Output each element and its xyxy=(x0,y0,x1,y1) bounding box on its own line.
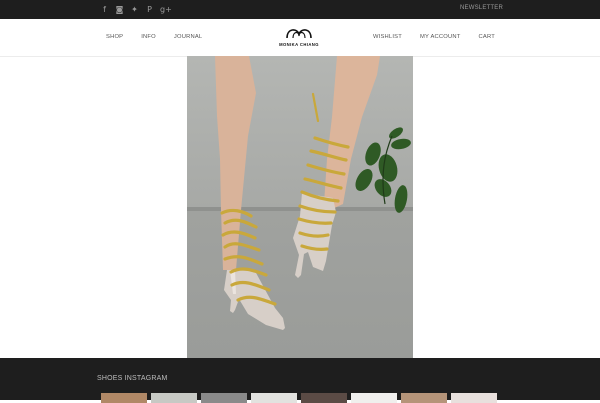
social-links: f ◙ ✦ P g+ xyxy=(100,5,172,14)
instagram-thumbnails xyxy=(101,393,497,403)
nav-my-account[interactable]: MY ACCOUNT xyxy=(420,34,461,40)
hero-image xyxy=(187,56,413,358)
instagram-title: SHOES INSTAGRAM xyxy=(97,375,168,382)
pinterest-icon[interactable]: P xyxy=(145,5,154,14)
nav-cart[interactable]: CART xyxy=(479,34,495,40)
nav-journal[interactable]: JOURNAL xyxy=(174,34,202,40)
hero-illustration xyxy=(215,56,411,330)
nav-shop[interactable]: SHOP xyxy=(106,34,123,40)
instagram-thumb[interactable] xyxy=(451,393,497,403)
nav-info[interactable]: INFO xyxy=(141,34,156,40)
primary-nav-right: WISHLIST MY ACCOUNT CART xyxy=(373,34,495,40)
top-bar: f ◙ ✦ P g+ NEWSLETTER xyxy=(0,0,600,19)
site-logo[interactable]: MONIKA CHIANG xyxy=(278,25,320,51)
nav-wishlist[interactable]: WISHLIST xyxy=(373,34,402,40)
instagram-thumb[interactable] xyxy=(151,393,197,403)
instagram-icon[interactable]: ◙ xyxy=(115,5,124,14)
facebook-icon[interactable]: f xyxy=(100,5,109,14)
primary-nav-left: SHOP INFO JOURNAL xyxy=(106,34,202,40)
logo-text: MONIKA CHIANG xyxy=(279,42,319,47)
plant-leaves-icon xyxy=(355,127,411,213)
instagram-thumb[interactable] xyxy=(201,393,247,403)
newsletter-link[interactable]: NEWSLETTER xyxy=(460,5,503,11)
site-header: SHOP INFO JOURNAL MONIKA CHIANG WISHLIST… xyxy=(0,19,600,57)
instagram-thumb[interactable] xyxy=(401,393,447,403)
twitter-icon[interactable]: ✦ xyxy=(130,5,139,14)
google-plus-icon[interactable]: g+ xyxy=(160,5,172,14)
instagram-thumb[interactable] xyxy=(351,393,397,403)
instagram-thumb[interactable] xyxy=(301,393,347,403)
instagram-thumb[interactable] xyxy=(101,393,147,403)
logo-mark-icon xyxy=(286,29,312,39)
instagram-thumb[interactable] xyxy=(251,393,297,403)
footer: SHOES INSTAGRAM xyxy=(0,358,600,403)
